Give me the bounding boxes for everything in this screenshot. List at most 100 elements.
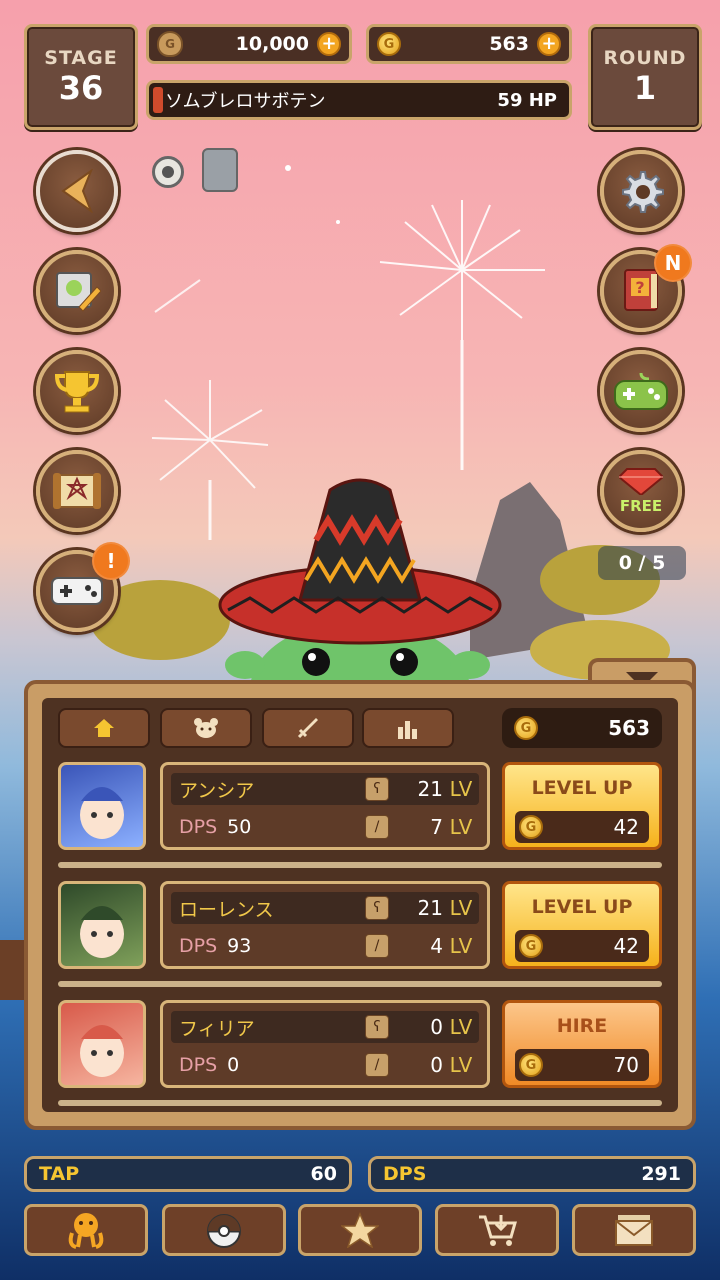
cost-value: 70 bbox=[613, 1053, 639, 1077]
level-unit: LV bbox=[449, 1015, 473, 1039]
hero-face-icon bbox=[80, 787, 124, 839]
level-unit: LV bbox=[449, 896, 473, 920]
question-book-icon: ? bbox=[624, 269, 658, 311]
firework-large bbox=[379, 200, 545, 470]
hero-name-row: フィリア ʕ 0 LV bbox=[171, 1011, 479, 1043]
settings-button[interactable] bbox=[600, 150, 682, 232]
edit-portrait-button[interactable] bbox=[36, 250, 118, 332]
scroll-button[interactable] bbox=[36, 450, 118, 532]
sparkle bbox=[336, 220, 340, 224]
hero-face-icon bbox=[80, 906, 124, 958]
gold-coin-icon: G bbox=[519, 934, 543, 958]
hero-portrait[interactable] bbox=[58, 762, 146, 850]
gear-icon bbox=[622, 171, 664, 213]
row-divider bbox=[58, 862, 662, 868]
stage-box: STAGE 36 bbox=[24, 24, 138, 130]
nav-favorites-button[interactable] bbox=[298, 1204, 422, 1256]
round-value: 1 bbox=[633, 69, 657, 107]
money-bag-pill: G 10,000 + bbox=[146, 24, 352, 64]
weapon-level: 0 bbox=[430, 1053, 443, 1077]
hero-portrait[interactable] bbox=[58, 1000, 146, 1088]
dps-value: 291 bbox=[641, 1163, 681, 1185]
hero-name: アンシア bbox=[179, 779, 255, 802]
add-gold-button[interactable]: + bbox=[537, 32, 561, 56]
row-divider bbox=[58, 1100, 662, 1106]
bar-chart-icon bbox=[398, 721, 417, 739]
tap-damage-bar: TAP 60 bbox=[24, 1156, 352, 1192]
edit-photo-icon bbox=[56, 272, 101, 312]
bear-face-icon: ʕ bbox=[365, 777, 389, 801]
enemy-hp-fill bbox=[153, 87, 163, 113]
star-icon bbox=[341, 1212, 379, 1248]
nav-character-button[interactable] bbox=[24, 1204, 148, 1256]
dps-label: DPS bbox=[383, 1163, 427, 1185]
level-unit: LV bbox=[449, 934, 473, 958]
eye-horn-status-icon bbox=[148, 148, 188, 190]
nav-shop-button[interactable] bbox=[435, 1204, 559, 1256]
nav-mail-button[interactable] bbox=[572, 1204, 696, 1256]
controller-button[interactable] bbox=[600, 350, 682, 432]
new-badge: N bbox=[654, 244, 692, 282]
row-divider bbox=[58, 981, 662, 987]
stage-value: 36 bbox=[58, 69, 104, 107]
hero-dps-row: DPS 50 / 7 LV bbox=[171, 811, 479, 843]
dps-label: DPS bbox=[179, 1054, 218, 1076]
cost-value: 42 bbox=[613, 815, 639, 839]
back-button[interactable] bbox=[36, 150, 118, 232]
tab-stats[interactable] bbox=[362, 708, 454, 748]
tab-home[interactable] bbox=[58, 708, 150, 748]
gold-value: 563 bbox=[489, 33, 529, 55]
gold-coin-icon: G bbox=[519, 815, 543, 839]
hero-dps-row: DPS 93 / 4 LV bbox=[171, 930, 479, 962]
dps-label: DPS bbox=[179, 816, 218, 838]
hero-info: ローレンス ʕ 21 LV DPS 93 / 4 LV bbox=[160, 881, 490, 969]
mail-icon bbox=[615, 1215, 653, 1246]
action-cost: G 42 bbox=[515, 930, 649, 962]
level-up-button[interactable]: LEVEL UP G 42 bbox=[502, 881, 662, 969]
level-unit: LV bbox=[449, 777, 473, 801]
hero-level: 0 bbox=[430, 1015, 443, 1039]
hire-button[interactable]: HIRE G 70 bbox=[502, 1000, 662, 1088]
panel-gold-display: G 563 bbox=[502, 708, 662, 748]
round-label: ROUND bbox=[603, 47, 687, 69]
action-cost: G 70 bbox=[515, 1049, 649, 1081]
bear-face-icon: ʕ bbox=[365, 1015, 389, 1039]
hero-portrait[interactable] bbox=[58, 881, 146, 969]
gamepad-white-icon bbox=[51, 577, 103, 605]
money-bag-icon: G bbox=[157, 31, 183, 57]
hero-name: ローレンス bbox=[179, 898, 274, 921]
firework-small bbox=[151, 380, 269, 540]
tab-heroes[interactable] bbox=[160, 708, 252, 748]
hero-level: 21 bbox=[417, 896, 443, 920]
hero-face-icon bbox=[80, 1025, 124, 1077]
free-gem-button[interactable]: FREE bbox=[600, 450, 682, 532]
sword-icon bbox=[297, 718, 318, 739]
sword-icon: / bbox=[365, 1053, 389, 1077]
back-arrow-icon bbox=[61, 169, 93, 213]
stage-label: STAGE bbox=[44, 47, 118, 69]
free-label: FREE bbox=[619, 497, 663, 515]
gold-coin-icon: G bbox=[519, 1053, 543, 1077]
home-icon bbox=[94, 719, 114, 737]
hero-name-row: ローレンス ʕ 21 LV bbox=[171, 892, 479, 924]
enemy-name: ソムブレロサボテン bbox=[165, 91, 326, 112]
shopping-cart-icon bbox=[479, 1215, 517, 1246]
character-icon bbox=[68, 1213, 104, 1249]
action-label: LEVEL UP bbox=[531, 777, 633, 799]
hero-dps-row: DPS 0 / 0 LV bbox=[171, 1049, 479, 1081]
cost-value: 42 bbox=[613, 934, 639, 958]
gold-coin-icon: G bbox=[377, 32, 401, 56]
add-money-button[interactable]: + bbox=[317, 32, 341, 56]
nav-gacha-button[interactable] bbox=[162, 1204, 286, 1256]
bear-face-icon: ʕ bbox=[365, 896, 389, 920]
action-label: LEVEL UP bbox=[531, 896, 633, 918]
gold-coin-icon: G bbox=[514, 716, 538, 740]
trophy-button[interactable] bbox=[36, 350, 118, 432]
sword-icon: / bbox=[365, 934, 389, 958]
gacha-capsule-icon bbox=[207, 1214, 241, 1248]
level-up-button[interactable]: LEVEL UP G 42 bbox=[502, 762, 662, 850]
tab-weapons[interactable] bbox=[262, 708, 354, 748]
sparkle bbox=[285, 165, 291, 171]
gamepad-green-icon bbox=[614, 372, 668, 410]
dps-bar: DPS 291 bbox=[368, 1156, 696, 1192]
